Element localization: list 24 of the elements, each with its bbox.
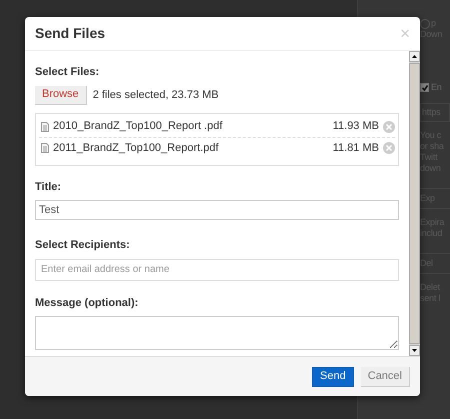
field-label: Select Recipients:: [35, 238, 131, 253]
remove-icon[interactable]: [383, 142, 395, 154]
title-field[interactable]: Test: [35, 200, 399, 220]
cancel-button[interactable]: Cancel: [360, 366, 410, 386]
field-label: Select Files:: [35, 65, 100, 80]
file-size: 11.81 MB: [332, 140, 379, 156]
down-arrow-icon[interactable]: [412, 349, 417, 352]
selection-summary: 2 files selected, 23.73 MB: [92, 88, 219, 103]
browse-button[interactable]: Browse: [35, 86, 87, 104]
up-arrow-icon[interactable]: [412, 55, 417, 58]
scrollbar[interactable]: [409, 51, 420, 356]
remove-icon[interactable]: [383, 120, 395, 132]
checkbox[interactable]: [420, 83, 429, 92]
send-button[interactable]: Send: [312, 366, 354, 386]
file-name: 2011_BrandZ_Top100_Report.pdf: [53, 140, 220, 156]
field-label: Message (optional):: [35, 296, 140, 310]
dialog-title: Send Files: [35, 24, 106, 43]
file-name: 2010_BrandZ_Top100_Report .pdf: [53, 119, 224, 134]
message-field[interactable]: [35, 316, 399, 350]
document-icon: [41, 122, 49, 132]
file-size: 11.93 MB: [332, 119, 379, 134]
recipients-field[interactable]: Enter email address or name: [35, 258, 399, 280]
document-icon: [41, 143, 49, 153]
field-label: Title:: [35, 180, 62, 194]
